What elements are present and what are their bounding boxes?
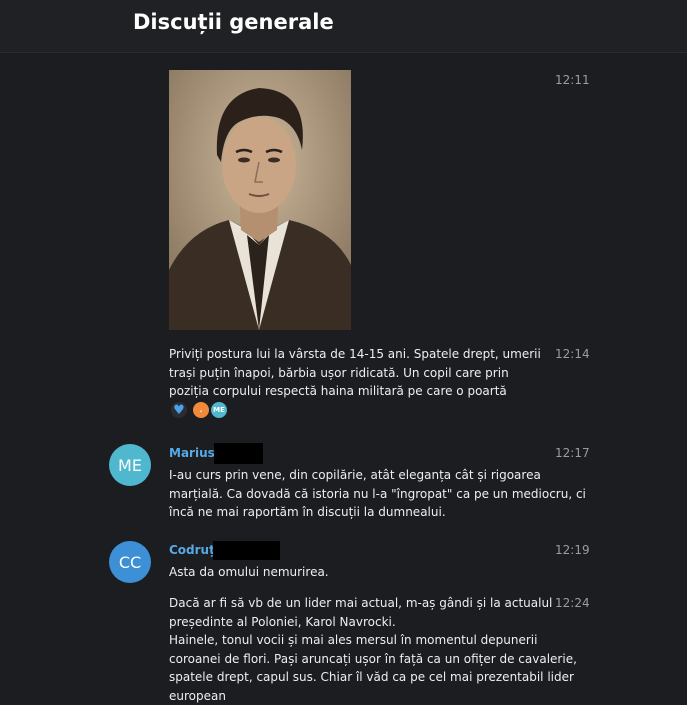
reaction-avatar[interactable]: . [191,400,211,420]
message-text: Priviți postura lui la vârsta de 14-15 a… [169,347,541,398]
reaction-avatar[interactable]: ME [209,400,229,420]
message-list[interactable]: 12:11 Priviți postura lui la vârsta de 1… [0,54,687,703]
message-text: Asta da omului nemurirea. [169,565,329,579]
heart-icon: ♥ [173,402,185,418]
message-time: 12:19 [555,543,590,557]
sender-name[interactable]: Codruț [169,543,215,557]
avatar[interactable]: CC [109,541,151,583]
portrait-photo[interactable] [169,70,351,330]
message-time: 12:11 [555,73,590,87]
chat-title: Discuții generale [133,10,334,34]
message-time: 12:24 [555,596,590,610]
redacted-surname [214,443,263,464]
chat-header: Discuții generale [0,0,687,53]
message-time: 12:17 [555,446,590,460]
heart-reaction[interactable]: ♥ [169,400,189,420]
avatar[interactable]: ME [109,444,151,486]
message-text: I-au curs prin vene, din copilărie, atât… [169,468,586,519]
message-time: 12:14 [555,347,590,361]
sender-name[interactable]: Marius [169,446,215,460]
message-text: Dacă ar fi să vb de un lider mai actual,… [169,596,577,703]
redacted-surname [213,541,280,560]
